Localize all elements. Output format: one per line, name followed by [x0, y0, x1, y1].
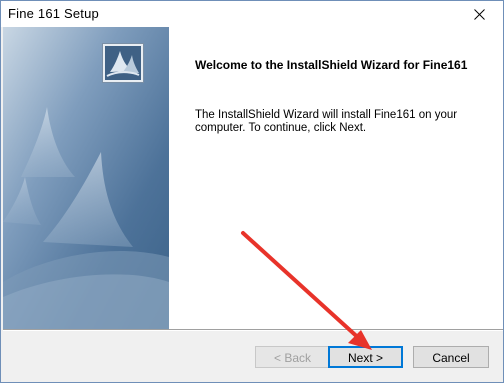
cancel-button[interactable]: Cancel	[413, 346, 489, 368]
sails-graphic	[3, 27, 169, 329]
next-button[interactable]: Next >	[328, 346, 403, 368]
window-title: Fine 161 Setup	[8, 6, 99, 21]
installshield-logo-icon	[102, 43, 144, 83]
button-area-divider	[3, 329, 503, 331]
back-button[interactable]: < Back	[255, 346, 330, 368]
wizard-side-banner	[3, 27, 169, 329]
setup-window: Fine 161 Setup Welcome to the InstallShi…	[0, 0, 504, 383]
welcome-heading: Welcome to the InstallShield Wizard for …	[195, 58, 468, 72]
close-button[interactable]	[457, 1, 503, 27]
title-bar[interactable]: Fine 161 Setup	[1, 1, 503, 27]
welcome-content: Welcome to the InstallShield Wizard for …	[169, 27, 503, 329]
welcome-body-text: The InstallShield Wizard will install Fi…	[195, 109, 458, 134]
close-icon	[474, 9, 485, 20]
